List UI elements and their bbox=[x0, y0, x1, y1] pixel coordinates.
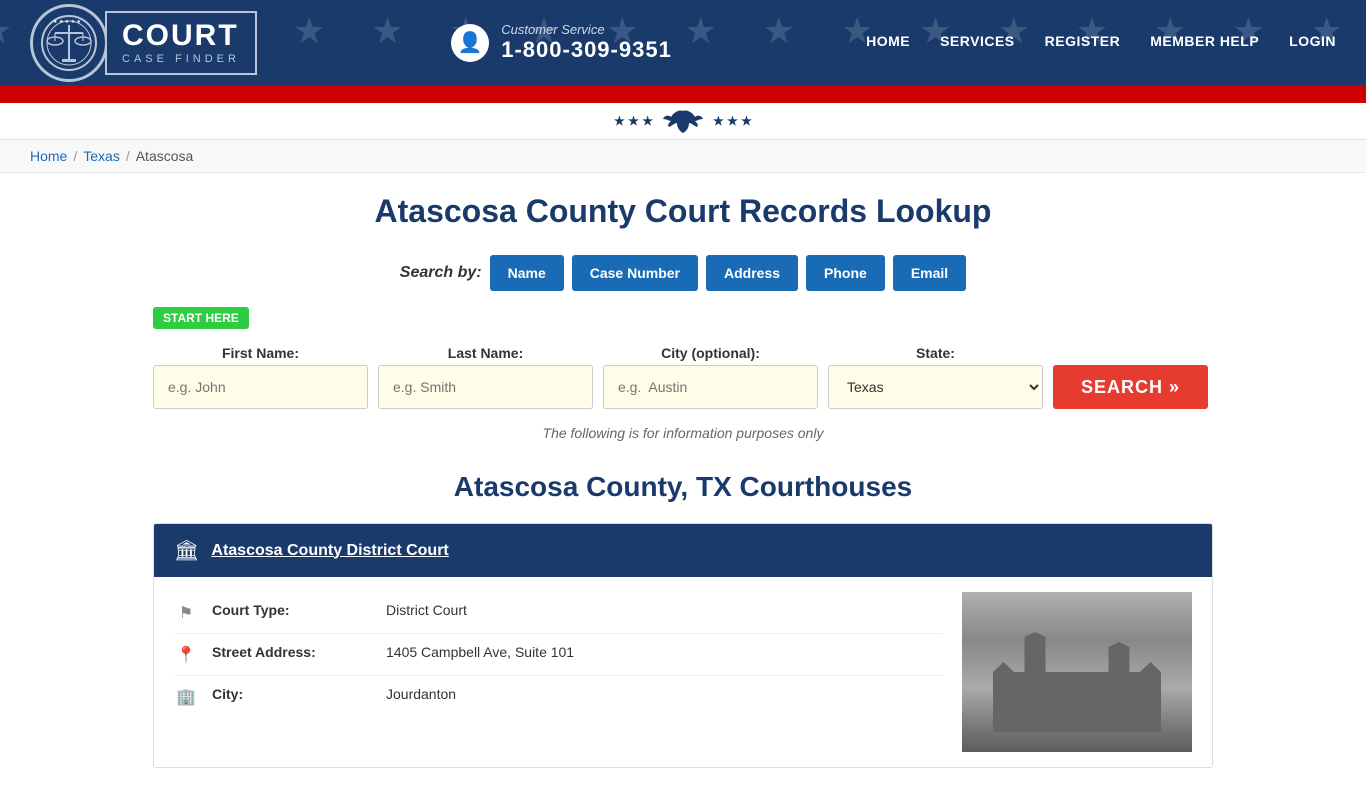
last-name-label: Last Name: bbox=[378, 345, 593, 361]
logo-brand: COURT bbox=[122, 21, 240, 51]
courthouse-icon: 🏛 bbox=[174, 538, 199, 563]
address-label: Street Address: bbox=[212, 644, 372, 660]
address-icon: 📍 bbox=[174, 645, 198, 665]
nav-services[interactable]: SERVICES bbox=[940, 33, 1015, 53]
phone-symbol: 👤 bbox=[458, 30, 483, 55]
city-icon: 🏢 bbox=[174, 687, 198, 707]
stars-left: ★ ★ ★ bbox=[614, 114, 653, 128]
breadcrumb-sep-1: / bbox=[73, 148, 77, 164]
breadcrumb-county: Atascosa bbox=[136, 148, 194, 164]
city-detail-value: Jourdanton bbox=[386, 686, 456, 702]
address-value: 1405 Campbell Ave, Suite 101 bbox=[386, 644, 574, 660]
tab-name[interactable]: Name bbox=[490, 255, 564, 291]
court-image bbox=[962, 592, 1192, 752]
tab-phone[interactable]: Phone bbox=[806, 255, 885, 291]
breadcrumb-state[interactable]: Texas bbox=[83, 148, 120, 164]
court-card-body: ⚑ Court Type: District Court 📍 Street Ad… bbox=[154, 577, 1212, 767]
court-name-link[interactable]: Atascosa County District Court bbox=[211, 542, 448, 560]
court-photo bbox=[962, 592, 1192, 752]
state-select[interactable]: Texas Alabama Alaska Arizona California … bbox=[828, 365, 1043, 409]
court-details: ⚑ Court Type: District Court 📍 Street Ad… bbox=[174, 592, 942, 717]
nav-register[interactable]: REGISTER bbox=[1045, 33, 1121, 53]
last-name-input[interactable] bbox=[378, 365, 593, 409]
city-label: City (optional): bbox=[603, 345, 818, 361]
building-silhouette bbox=[972, 632, 1182, 732]
logo-svg: ★ ★ ★ ★ ★ bbox=[39, 13, 99, 73]
eagle-icon bbox=[663, 107, 703, 135]
first-name-group: First Name: bbox=[153, 345, 368, 409]
city-detail-label: City: bbox=[212, 686, 372, 702]
breadcrumb-home[interactable]: Home bbox=[30, 148, 67, 164]
search-button[interactable]: SEARCH » bbox=[1053, 365, 1208, 409]
court-card-header: 🏛 Atascosa County District Court bbox=[154, 524, 1212, 577]
nav-area: HOME SERVICES REGISTER MEMBER HELP LOGIN bbox=[866, 33, 1336, 53]
court-type-row: ⚑ Court Type: District Court bbox=[174, 592, 942, 634]
city-input[interactable] bbox=[603, 365, 818, 409]
tab-email[interactable]: Email bbox=[893, 255, 966, 291]
tab-case-number[interactable]: Case Number bbox=[572, 255, 698, 291]
logo-area: ★ ★ ★ ★ ★ COURT CASE FINDER bbox=[30, 4, 257, 82]
court-type-label: Court Type: bbox=[212, 602, 372, 618]
breadcrumb: Home / Texas / Atascosa bbox=[30, 148, 1336, 164]
phone-icon: 👤 bbox=[451, 24, 489, 62]
nav-home[interactable]: HOME bbox=[866, 33, 910, 53]
state-group: State: Texas Alabama Alaska Arizona Cali… bbox=[828, 345, 1043, 409]
nav-member-help[interactable]: MEMBER HELP bbox=[1150, 33, 1259, 53]
logo-text-area: COURT CASE FINDER bbox=[105, 11, 257, 75]
search-form: First Name: Last Name: City (optional): … bbox=[153, 345, 1213, 409]
search-by-label: Search by: bbox=[400, 264, 482, 282]
phone-label: Customer Service bbox=[501, 22, 672, 37]
eagle-strip-inner: ★ ★ ★ ★ ★ ★ bbox=[614, 107, 752, 135]
nav-login[interactable]: LOGIN bbox=[1289, 33, 1336, 53]
stars-right: ★ ★ ★ bbox=[713, 114, 752, 128]
first-name-label: First Name: bbox=[153, 345, 368, 361]
court-type-icon: ⚑ bbox=[174, 603, 198, 623]
page-title: Atascosa County Court Records Lookup bbox=[153, 193, 1213, 230]
last-name-group: Last Name: bbox=[378, 345, 593, 409]
main-content: Atascosa County Court Records Lookup Sea… bbox=[133, 173, 1233, 808]
breadcrumb-bar: Home / Texas / Atascosa bbox=[0, 140, 1366, 173]
court-card: 🏛 Atascosa County District Court ⚑ Court… bbox=[153, 523, 1213, 768]
phone-area: 👤 Customer Service 1-800-309-9351 bbox=[451, 22, 672, 63]
eagle-strip: ★ ★ ★ ★ ★ ★ bbox=[0, 100, 1366, 140]
first-name-input[interactable] bbox=[153, 365, 368, 409]
city-group: City (optional): bbox=[603, 345, 818, 409]
search-by-row: Search by: Name Case Number Address Phon… bbox=[153, 255, 1213, 291]
court-type-value: District Court bbox=[386, 602, 467, 618]
breadcrumb-sep-2: / bbox=[126, 148, 130, 164]
courthouses-title: Atascosa County, TX Courthouses bbox=[153, 471, 1213, 503]
start-here-badge: START HERE bbox=[153, 307, 249, 329]
court-address-row: 📍 Street Address: 1405 Campbell Ave, Sui… bbox=[174, 634, 942, 676]
header: ★ ★ ★ ★ ★ COURT CASE FINDER 👤 Customer S… bbox=[0, 0, 1366, 100]
info-note: The following is for information purpose… bbox=[153, 425, 1213, 441]
search-section: Search by: Name Case Number Address Phon… bbox=[153, 255, 1213, 441]
phone-number: 1-800-309-9351 bbox=[501, 37, 672, 63]
state-label: State: bbox=[828, 345, 1043, 361]
court-city-row: 🏢 City: Jourdanton bbox=[174, 676, 942, 717]
tab-address[interactable]: Address bbox=[706, 255, 798, 291]
logo-circle: ★ ★ ★ ★ ★ bbox=[30, 4, 108, 82]
logo-sub: CASE FINDER bbox=[122, 53, 240, 65]
svg-text:★ ★ ★ ★ ★: ★ ★ ★ ★ ★ bbox=[53, 19, 81, 25]
